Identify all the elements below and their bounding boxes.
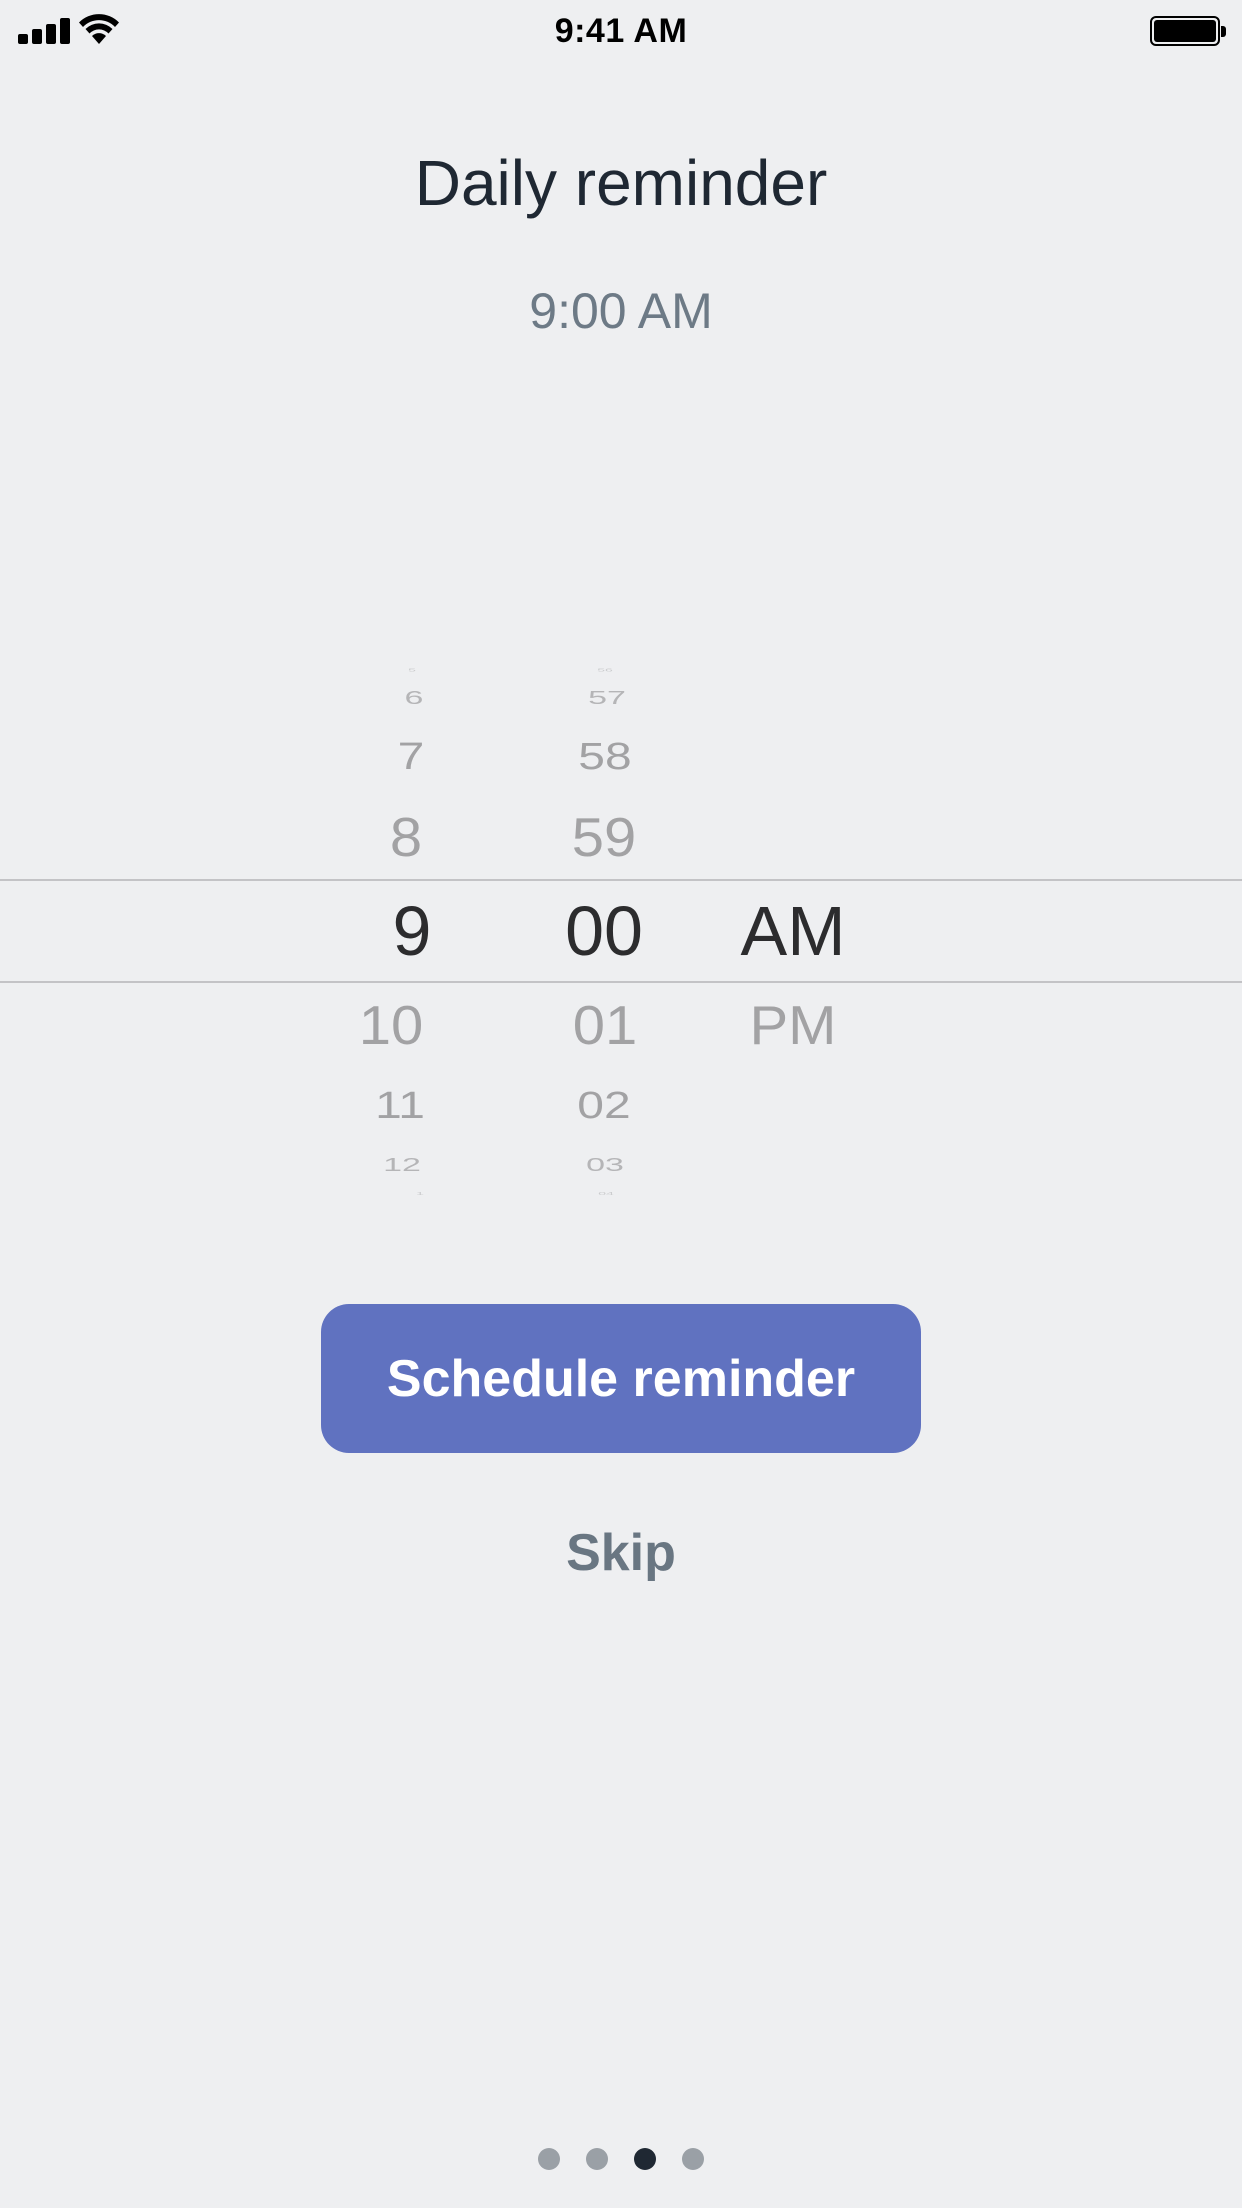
page-dot [586, 2148, 608, 2170]
picker-hour-option[interactable]: 7 [398, 737, 425, 776]
picker-minute-option[interactable]: 04 [598, 1191, 614, 1196]
picker-minute-option[interactable]: 02 [577, 1086, 630, 1125]
page-dot-active [634, 2148, 656, 2170]
schedule-reminder-label: Schedule reminder [386, 1349, 856, 1408]
page-dot [682, 2148, 704, 2170]
picker-minute-option[interactable]: 01 [573, 998, 638, 1053]
skip-button[interactable]: Skip [0, 1523, 1242, 1583]
status-bar: 9:41 AM [0, 0, 1242, 60]
picker-minute-option[interactable]: 56 [597, 668, 613, 673]
picker-hour-option[interactable]: 11 [375, 1086, 425, 1125]
picker-hour-option[interactable]: 5 [408, 668, 416, 673]
picker-period-selected[interactable]: AM [741, 896, 846, 966]
picker-hour-option[interactable]: 12 [383, 1156, 421, 1175]
time-picker[interactable]: 5 6 7 8 9 10 11 12 1 56 57 58 59 00 01 02 03 04 AM PM [0, 660, 1242, 1200]
status-time: 9:41 AM [554, 12, 688, 50]
picker-hour-option[interactable]: 1 [416, 1191, 424, 1196]
reminder-screen: 9:41 AM Daily reminder 9:00 AM 5 6 7 8 9 10 11… [0, 0, 1242, 2208]
picker-hour-selected[interactable]: 9 [393, 896, 432, 966]
schedule-reminder-button[interactable]: Schedule reminder [321, 1304, 921, 1453]
battery-icon [1150, 16, 1226, 46]
picker-minute-option[interactable]: 03 [586, 1156, 624, 1175]
picker-minute-option[interactable]: 59 [572, 810, 637, 865]
picker-hour-option[interactable]: 6 [405, 689, 424, 708]
picker-minute-option[interactable]: 57 [588, 689, 626, 708]
picker-minute-option[interactable]: 58 [578, 737, 631, 776]
page-indicator [0, 2148, 1242, 2170]
picker-hour-option[interactable]: 8 [390, 810, 422, 865]
selected-time-label: 9:00 AM [529, 283, 713, 339]
picker-period-option[interactable]: PM [750, 998, 837, 1053]
picker-hour-option[interactable]: 10 [359, 998, 424, 1053]
page-title: Daily reminder [414, 147, 828, 219]
picker-minute-selected[interactable]: 00 [565, 896, 643, 966]
page-dot [538, 2148, 560, 2170]
